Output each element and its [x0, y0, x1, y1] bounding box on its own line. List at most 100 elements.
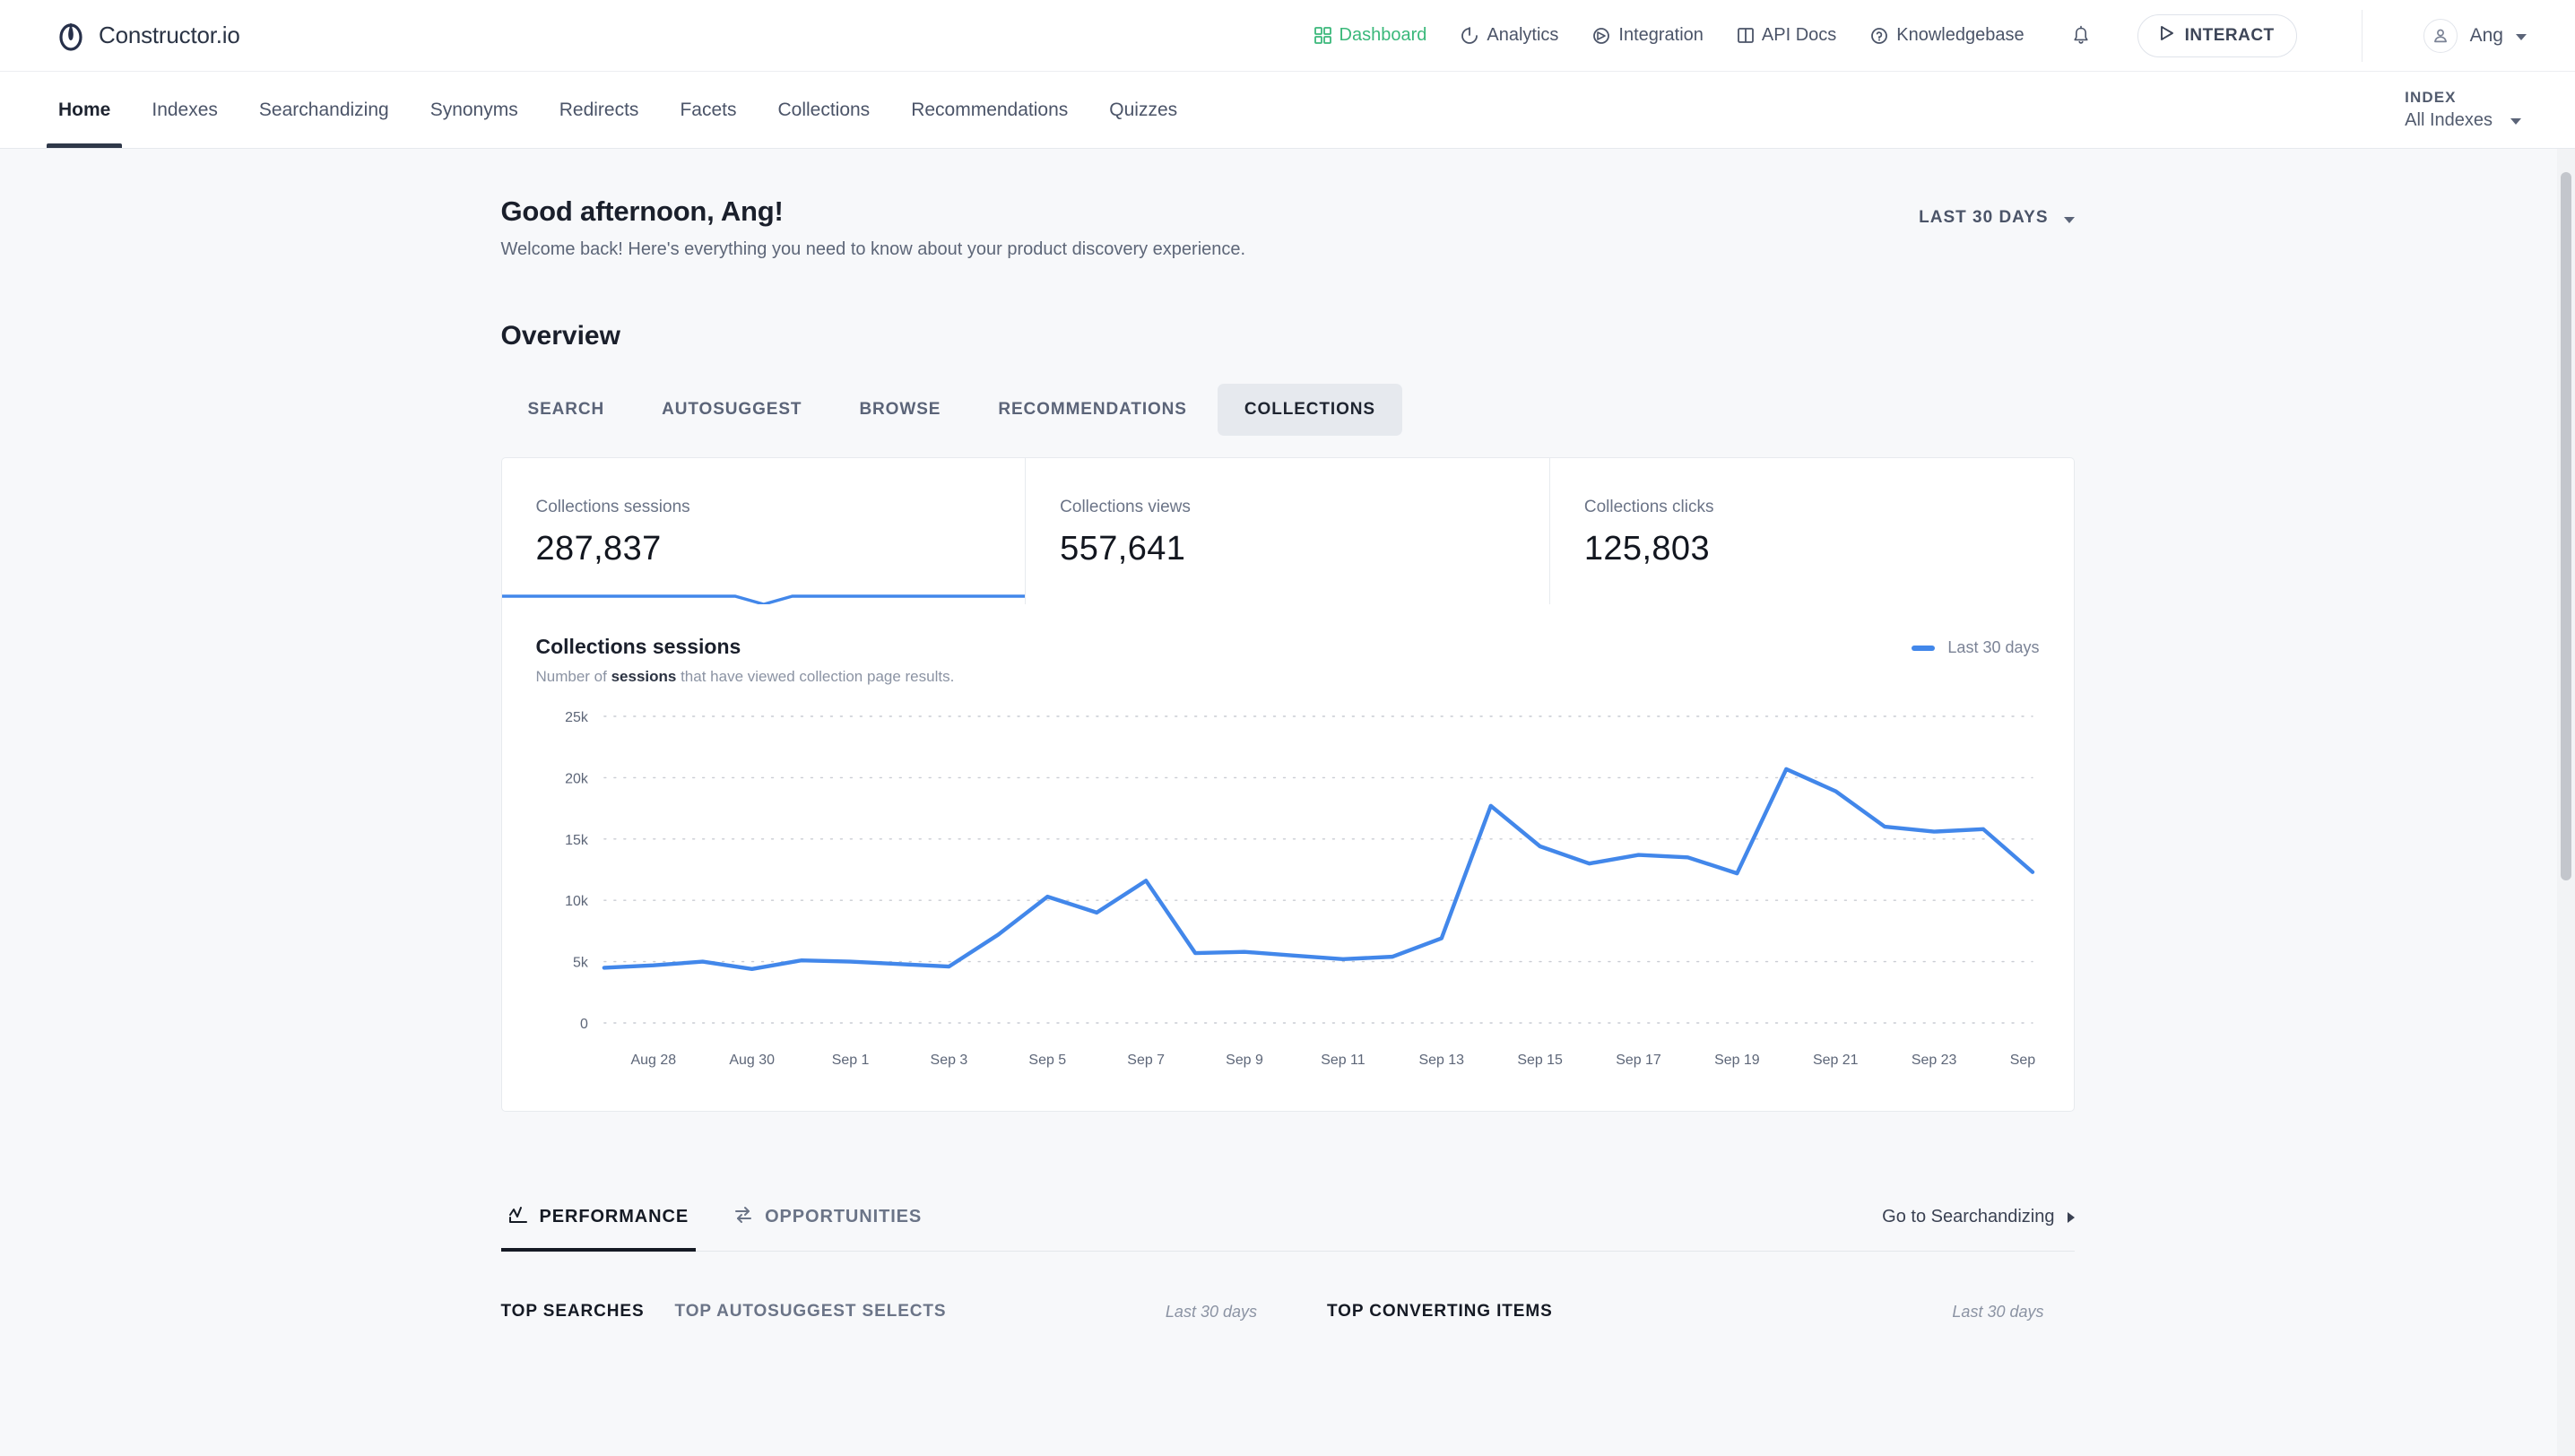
page-subtitle: Welcome back! Here's everything you need…	[500, 239, 1246, 259]
tab-redirects[interactable]: Redirects	[539, 72, 660, 148]
overview-tab-search[interactable]: SEARCH	[501, 384, 632, 436]
overview-tab-label: RECOMMENDATIONS	[998, 400, 1187, 419]
chart-title: Collections sessions	[535, 635, 741, 658]
legend-swatch-icon	[1912, 645, 1936, 651]
scrollbar-thumb[interactable]	[2561, 172, 2571, 880]
tab-quizzes[interactable]: Quizzes	[1088, 72, 1198, 148]
section-tab-bar: Home Indexes Searchandizing Synonyms Red…	[0, 72, 2575, 149]
topnav-item-dashboard[interactable]: Dashboard	[1314, 25, 1426, 46]
chevron-down-icon	[2510, 118, 2521, 126]
date-range-label: LAST 30 DAYS	[1919, 208, 2049, 227]
topnav-item-analytics[interactable]: Analytics	[1461, 25, 1558, 46]
topnav-item-api-docs[interactable]: API Docs	[1738, 25, 1836, 46]
overview-tab-browse[interactable]: BROWSE	[832, 384, 967, 436]
tab-collections[interactable]: Collections	[757, 72, 890, 148]
x-axis-tick-label: Aug 30	[729, 1053, 775, 1068]
constructor-logo-icon	[56, 21, 86, 51]
y-axis-tick-label: 20k	[565, 771, 588, 786]
performance-chart-icon	[508, 1205, 528, 1230]
bottom-left-meta: Last 30 days	[1165, 1302, 1257, 1321]
line-chart-svg: 0 5k 10k 15k 20k 25k Aug 28 Aug 30 Sep 1 Sep 3 Sep…	[565, 710, 2040, 1068]
topnav-item-knowledgebase[interactable]: Knowledgebase	[1870, 25, 2024, 46]
chevron-down-icon	[2063, 216, 2075, 223]
greeting-row: Good afternoon, Ang! Welcome back! Here'…	[501, 195, 2075, 260]
y-axis-tick-label: 10k	[565, 894, 588, 909]
play-icon	[2160, 25, 2174, 47]
chart-header: Collections sessions Number of sessions …	[536, 635, 2040, 686]
x-axis-tick-label: Sep 7	[1127, 1053, 1165, 1068]
brand-name: Constructor.io	[99, 22, 240, 48]
interact-button[interactable]: INTERACT	[2137, 13, 2297, 57]
overview-tab-autosuggest[interactable]: AUTOSUGGEST	[635, 384, 828, 436]
tab-synonyms[interactable]: Synonyms	[410, 72, 539, 148]
bottom-sections: TOP SEARCHES TOP AUTOSUGGEST SELECTS Las…	[501, 1302, 2075, 1322]
topnav-item-integration[interactable]: Integration	[1592, 25, 1704, 46]
tab-label: Facets	[680, 99, 737, 120]
metric-value: 557,641	[1060, 530, 1186, 568]
swap-arrows-icon	[733, 1205, 753, 1230]
tab-label: Recommendations	[911, 99, 1069, 120]
overview-tab-label: AUTOSUGGEST	[662, 400, 802, 419]
topnav-label: Analytics	[1487, 25, 1559, 45]
lower-tab-performance[interactable]: PERFORMANCE	[500, 1183, 697, 1252]
tab-facets[interactable]: Facets	[659, 72, 757, 148]
interact-label: INTERACT	[2184, 25, 2275, 45]
tab-indexes[interactable]: Indexes	[131, 72, 238, 148]
chart-subtitle-post: that have viewed collection page results…	[676, 668, 955, 685]
x-axis-tick-label: Sep 25	[2009, 1053, 2039, 1068]
lower-tab-label: PERFORMANCE	[539, 1207, 689, 1226]
metric-card-collections-views[interactable]: Collections views 557,641	[1025, 458, 1549, 604]
tab-recommendations[interactable]: Recommendations	[890, 72, 1088, 148]
x-axis-tick-label: Sep 11	[1321, 1053, 1366, 1068]
lower-tab-bar: PERFORMANCE OPPORTUNITIES Go to Searchan…	[500, 1183, 2075, 1252]
bottom-heading-top-converting-items[interactable]: TOP CONVERTING ITEMS	[1327, 1302, 1553, 1322]
metric-label: Collections clicks	[1583, 498, 1714, 516]
index-selector[interactable]: INDEX All Indexes	[2405, 72, 2575, 148]
chart-subtitle-bold: sessions	[611, 668, 677, 685]
x-axis-tick-label: Aug 28	[630, 1053, 676, 1068]
user-menu[interactable]: Ang	[2423, 18, 2566, 53]
go-to-searchandizing-label: Go to Searchandizing	[1882, 1207, 2055, 1226]
lower-tab-label: OPPORTUNITIES	[765, 1207, 923, 1226]
tab-searchandizing[interactable]: Searchandizing	[238, 72, 410, 148]
overview-tab-recommendations[interactable]: RECOMMENDATIONS	[971, 384, 1214, 436]
x-axis-tick-label: Sep 5	[1028, 1053, 1066, 1068]
x-axis-tick-label: Sep 17	[1616, 1053, 1661, 1068]
go-to-searchandizing-link[interactable]: Go to Searchandizing	[1882, 1207, 2075, 1227]
tab-home[interactable]: Home	[38, 72, 131, 148]
bottom-heading-top-searches[interactable]: TOP SEARCHES	[501, 1302, 645, 1322]
tab-label: Quizzes	[1109, 99, 1178, 120]
divider	[2361, 9, 2363, 62]
chart-plot-area[interactable]: 0 5k 10k 15k 20k 25k Aug 28 Aug 30 Sep 1 Sep 3 Sep…	[536, 704, 2040, 1080]
analytics-icon	[1461, 26, 1478, 45]
y-axis-tick-label: 0	[580, 1017, 588, 1032]
chart-legend[interactable]: Last 30 days	[1912, 638, 2040, 657]
tab-label: Synonyms	[429, 99, 518, 120]
chart-series-line	[603, 769, 2032, 969]
date-range-selector[interactable]: LAST 30 DAYS	[1919, 208, 2075, 228]
chart-subtitle-pre: Number of	[535, 668, 611, 685]
bell-icon[interactable]	[2071, 25, 2091, 47]
overview-tab-label: BROWSE	[859, 400, 941, 419]
metric-card-collections-clicks[interactable]: Collections clicks 125,803	[1548, 458, 2074, 604]
overview-tab-collections[interactable]: COLLECTIONS	[1217, 384, 1402, 436]
integration-icon	[1592, 27, 1610, 45]
metric-value: 125,803	[1583, 530, 1711, 568]
x-axis-tick-label: Sep 13	[1418, 1053, 1464, 1068]
bottom-heading-top-autosuggest-selects[interactable]: TOP AUTOSUGGEST SELECTS	[675, 1302, 947, 1322]
bottom-right-meta: Last 30 days	[1952, 1302, 2044, 1321]
page-scrollbar[interactable]	[2557, 149, 2575, 1456]
chevron-down-icon	[2516, 34, 2527, 40]
legend-label: Last 30 days	[1947, 638, 2040, 656]
chart-subtitle: Number of sessions that have viewed coll…	[536, 668, 955, 686]
chevron-right-icon	[2067, 1211, 2075, 1223]
tab-label: Indexes	[152, 99, 218, 120]
metric-cards: Collections sessions 287,837 Collections…	[500, 457, 2075, 604]
tab-label: Redirects	[559, 99, 639, 120]
topnav-label: Knowledgebase	[1896, 25, 2024, 45]
page-title: Good afternoon, Ang!	[500, 195, 784, 227]
brand-logo[interactable]: Constructor.io	[56, 21, 240, 51]
overview-tabs: SEARCH AUTOSUGGEST BROWSE RECOMMENDATION…	[501, 384, 2075, 436]
metric-card-collections-sessions[interactable]: Collections sessions 287,837	[502, 458, 1026, 604]
lower-tab-opportunities[interactable]: OPPORTUNITIES	[726, 1183, 929, 1251]
